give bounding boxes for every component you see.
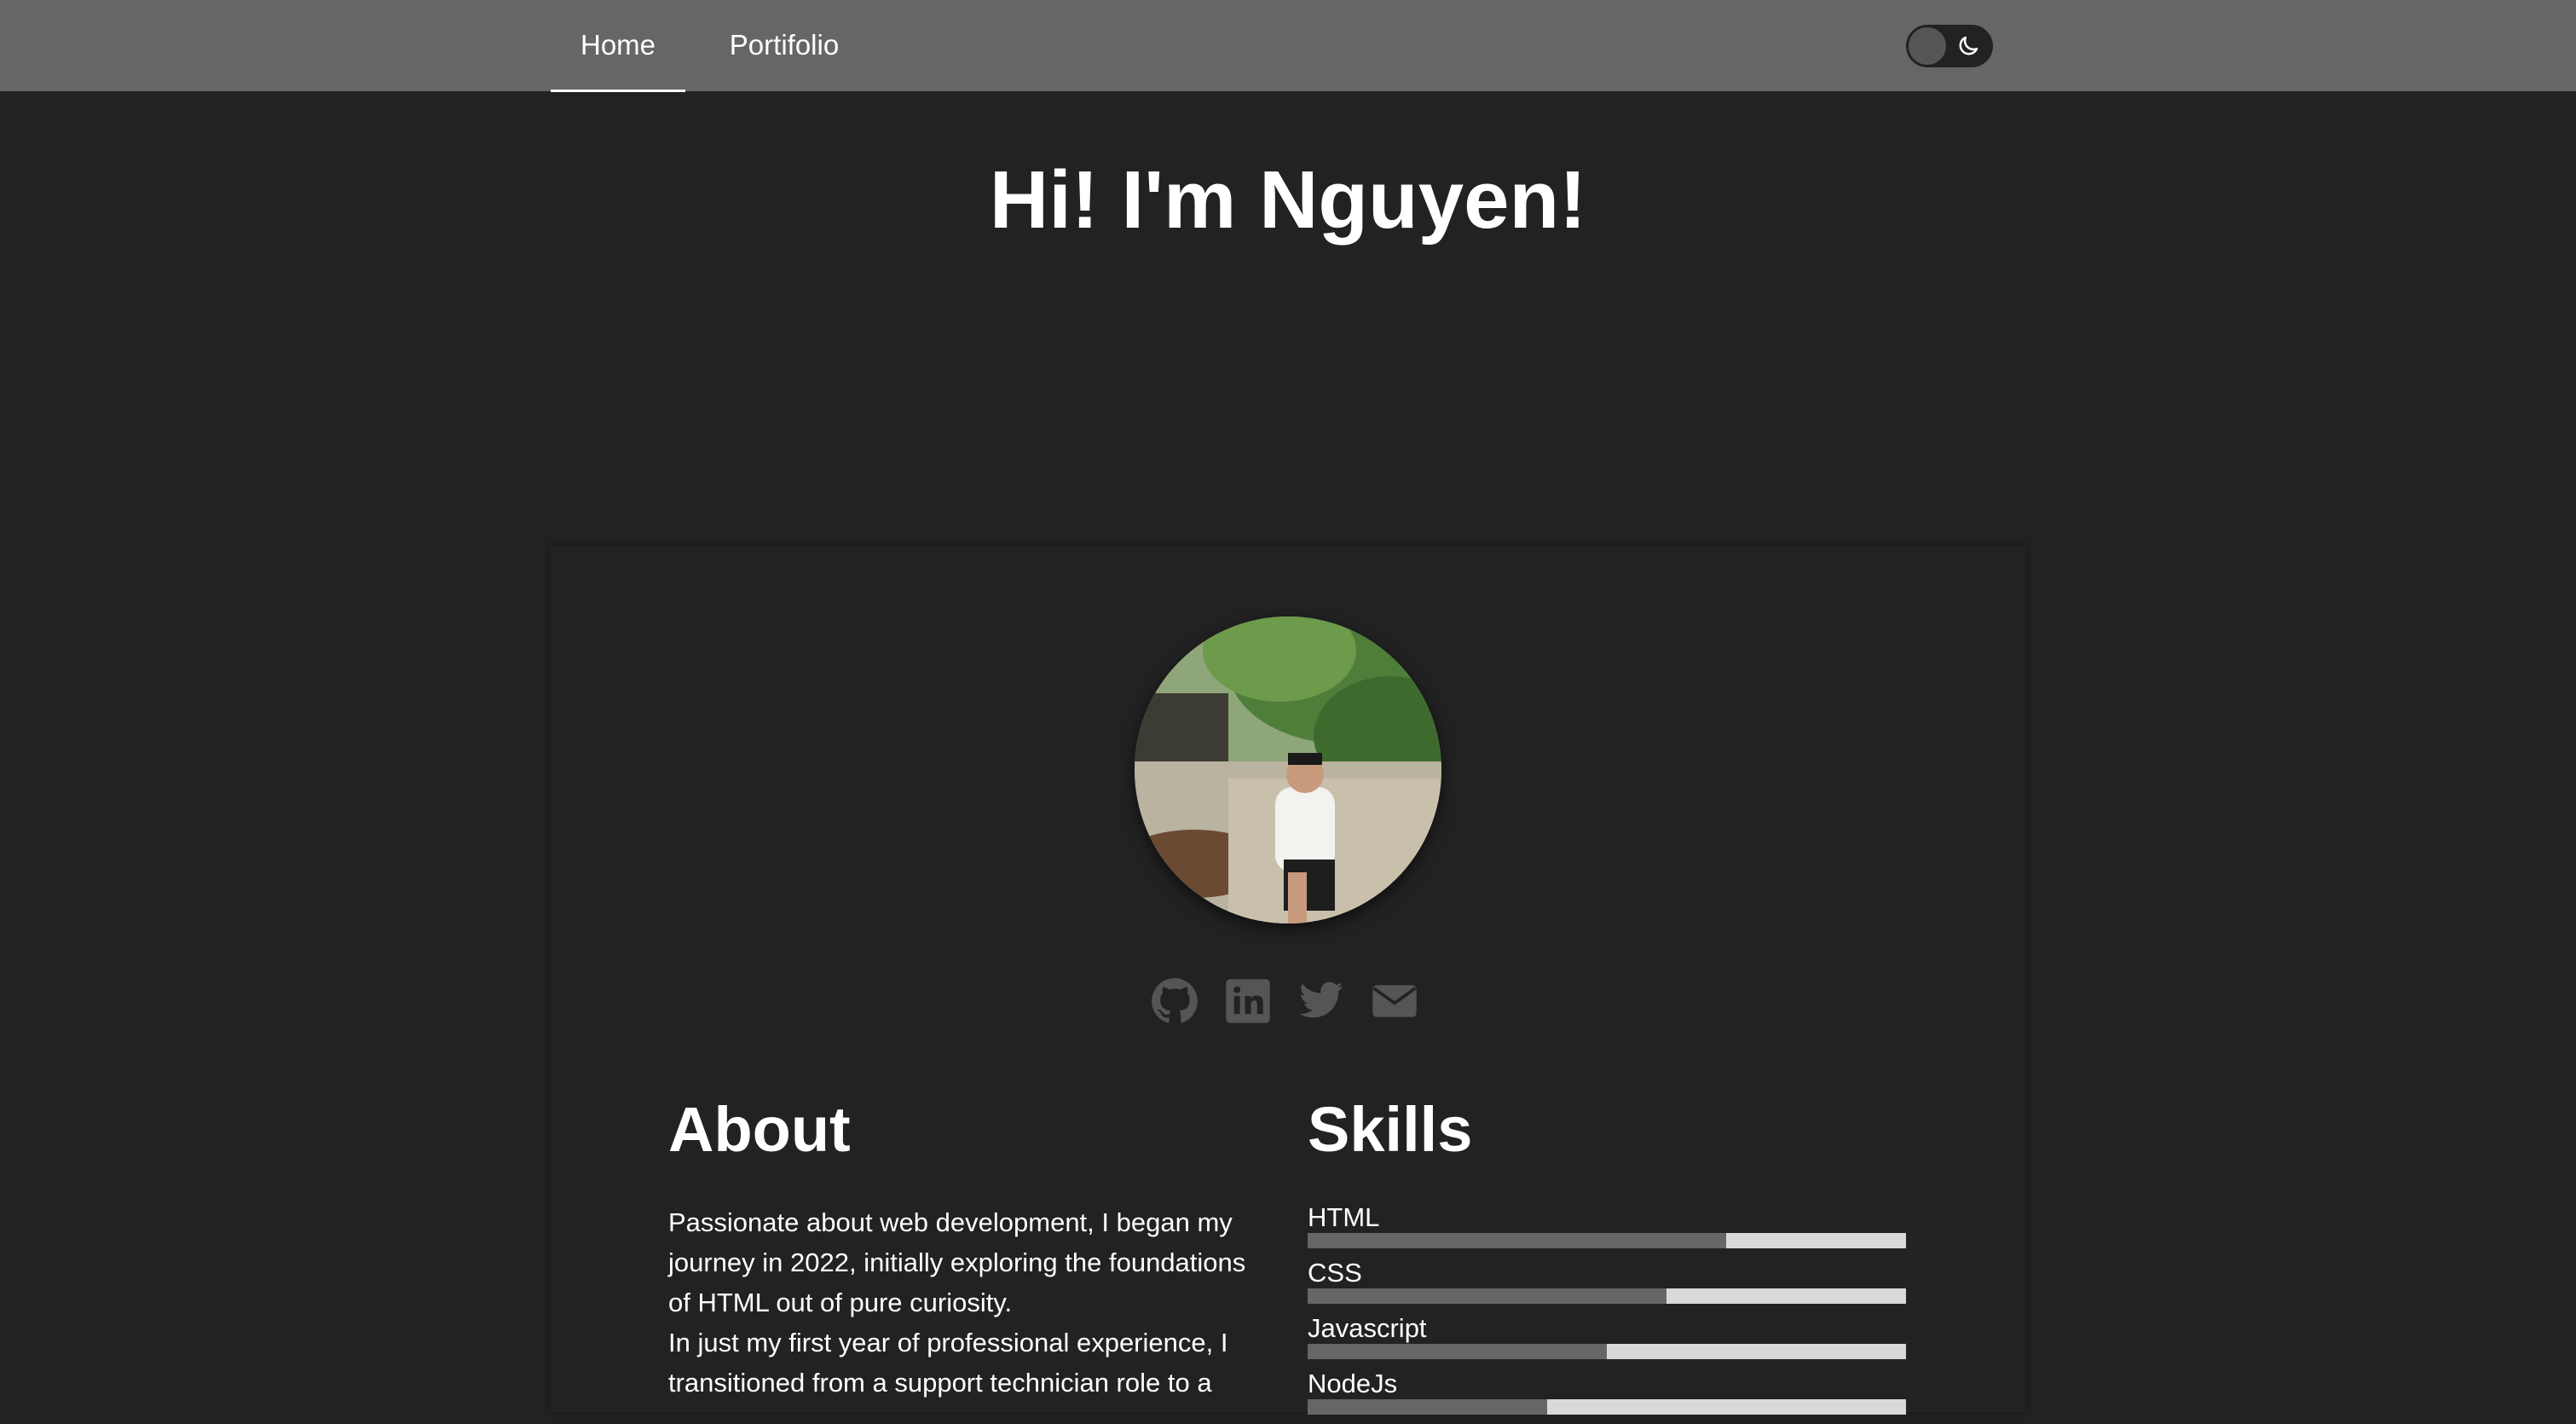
top-navbar: Home Portifolio: [0, 0, 2576, 92]
tab-portfolio[interactable]: Portifolio: [718, 0, 851, 90]
skill-name: NodeJs: [1308, 1369, 1398, 1398]
profile-photo-illustration: [1135, 616, 1441, 923]
skill-progress-fill: [1308, 1233, 1727, 1248]
skill-item: Javascript: [1308, 1313, 1906, 1369]
social-links: [1151, 977, 1418, 1025]
skill-item: HTML: [1308, 1202, 1906, 1258]
moon-icon: [1959, 36, 1978, 55]
skill-progress-bar: [1308, 1288, 1906, 1304]
linkedin-icon[interactable]: [1224, 977, 1272, 1025]
email-icon[interactable]: [1371, 977, 1418, 1025]
page-title: Hi! I'm Nguyen!: [989, 154, 1587, 246]
tab-home[interactable]: Home: [551, 0, 685, 92]
skills-heading: Skills: [1308, 1094, 1473, 1165]
profile-photo: [1135, 616, 1441, 923]
skill-item: NodeJs: [1308, 1369, 1906, 1424]
skill-name: Javascript: [1308, 1313, 1427, 1343]
about-paragraph: In just my first year of professional ex…: [668, 1328, 1228, 1398]
skill-progress-fill: [1308, 1288, 1667, 1304]
about-heading: About: [668, 1094, 851, 1165]
about-text: Passionate about web development, I bega…: [668, 1202, 1265, 1403]
skill-progress-fill: [1308, 1399, 1547, 1415]
toggle-knob: [1909, 27, 1946, 65]
skill-progress-fill: [1308, 1344, 1607, 1359]
skills-list: HTML CSS Javascript NodeJs: [1308, 1202, 1906, 1424]
skill-name: CSS: [1308, 1258, 1362, 1288]
skill-progress-bar: [1308, 1233, 1906, 1248]
twitter-icon[interactable]: [1297, 977, 1345, 1025]
skill-item: CSS: [1308, 1258, 1906, 1313]
github-icon[interactable]: [1151, 977, 1198, 1025]
about-paragraph: Passionate about web development, I bega…: [668, 1207, 1246, 1317]
skill-name: HTML: [1308, 1202, 1380, 1232]
skill-progress-bar: [1308, 1399, 1906, 1415]
skill-progress-bar: [1308, 1344, 1906, 1359]
theme-toggle[interactable]: [1906, 25, 1993, 67]
